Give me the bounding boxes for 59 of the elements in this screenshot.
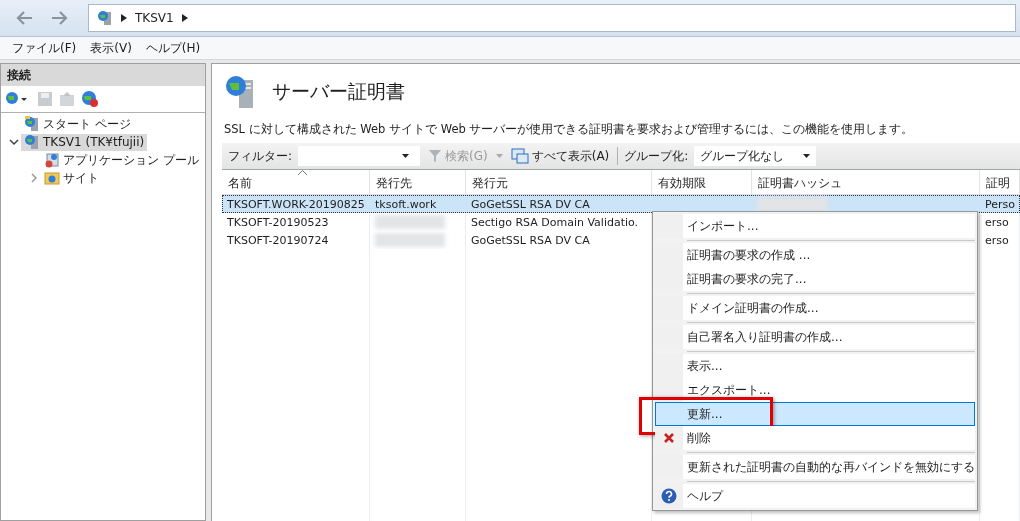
tree-item[interactable]: TKSV1 (TK¥tfujii) [21,133,148,151]
page-title: サーバー証明書 [272,79,405,104]
menu-item[interactable]: ファイル(F) [6,37,83,59]
menu-item[interactable]: ヘルプ(H) [139,37,207,59]
collapse-chevron-icon[interactable] [9,138,19,146]
column-header[interactable]: 名前 [222,170,370,194]
table-cell: TKSOFT-20190724 [227,233,329,247]
save-icon[interactable] [37,91,53,107]
table-cell: TKSOFT-20190523 [227,215,329,229]
page-description: SSL に対して構成された Web サイトで Web サーバーが使用できる証明書を要求および管理するには、この機能を使用します。 [223,121,915,138]
table-cell: Sectigo RSA Domain Validatio. [471,215,639,229]
help-icon [661,488,677,504]
up-level-icon[interactable] [59,91,75,107]
app-pool-icon [44,152,60,168]
breadcrumb-arrow-icon[interactable] [181,14,188,22]
tree-item[interactable]: アプリケーション プール [41,151,202,169]
menu-item[interactable]: 削除 [655,426,975,450]
column-header[interactable]: 発行先 [370,170,466,194]
disconnect-icon[interactable] [81,90,99,108]
funnel-icon [428,149,443,163]
breadcrumb[interactable]: TKSV1 [135,11,174,25]
pane-header: 接続 [1,64,205,86]
server-icon [24,134,40,150]
folder-globe-icon [44,170,60,186]
blurred-text [757,197,827,211]
server-icon [97,10,113,26]
show-all-button[interactable]: すべて表示(A) [508,147,612,165]
selected-row-highlight[interactable]: TKSOFT.WORK-20190825 tksoft.work GoGetSSL RSA DV CA Perso [222,195,1020,213]
column-header[interactable]: 証明書ハッシュ [752,170,980,194]
table-cell: TKSOFT.WORK-20190825 [227,197,365,211]
expand-chevron-icon[interactable] [30,173,38,183]
table-cell: Perso [985,197,1015,211]
blurred-text [375,233,445,247]
filter-field[interactable] [298,146,421,166]
column-header[interactable]: 有効期限 [652,170,752,194]
column-header[interactable]: 証明 [980,170,1020,194]
table-cell: erso [985,215,1009,229]
filter-label: フィルター: [228,147,293,165]
dropdown-arrow-icon[interactable] [495,154,503,158]
table-cell: GoGetSSL RSA DV CA [471,233,590,247]
table-cell: erso [985,233,1009,247]
tree-item[interactable]: スタート ページ [21,115,134,133]
delete-x-icon [663,432,675,444]
show-all-icon [510,148,529,164]
menu-item[interactable]: 表示(V) [84,37,138,59]
sort-ascending-icon [298,170,307,175]
dropdown-arrow-icon [402,154,410,158]
table-cell: GoGetSSL RSA DV CA [471,197,590,211]
dropdown-arrow-icon [803,154,811,158]
group-by-label: グループ化: [624,147,689,165]
start-page-icon [24,116,40,132]
table-cell: tksoft.work [375,197,437,211]
tree-item[interactable]: サイト [41,169,102,187]
group-by-dropdown[interactable]: グループ化なし [694,146,817,166]
breadcrumb-arrow-icon [121,14,127,22]
blurred-text [375,215,445,229]
address-field[interactable]: TKSV1 [88,4,1016,32]
column-header[interactable]: 発行元 [466,170,652,194]
menu-item[interactable]: 更新... [655,402,975,426]
